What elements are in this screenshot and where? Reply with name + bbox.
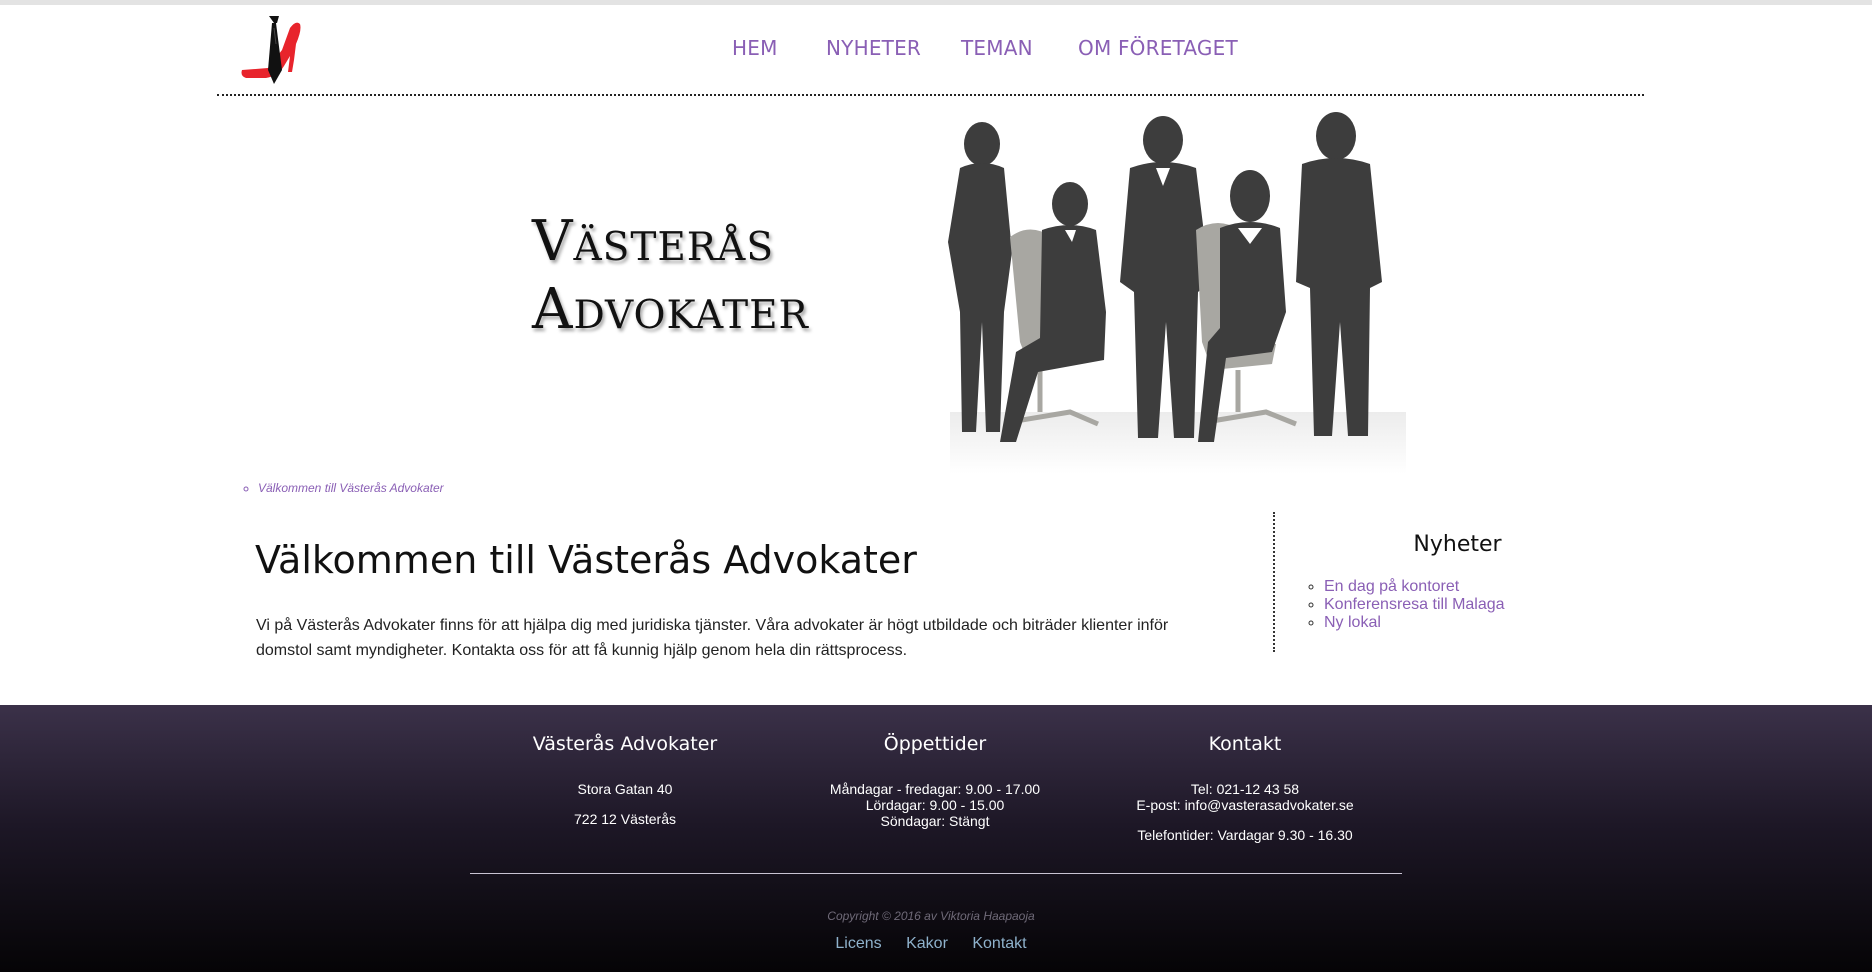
footer: Västerås Advokater Stora Gatan 40 722 12…	[0, 705, 1872, 972]
nav-divider	[217, 94, 1644, 96]
news-link-konferensresa[interactable]: Konferensresa till Malaga	[1324, 596, 1505, 613]
footer-link-kontakt[interactable]: Kontakt	[972, 935, 1026, 952]
news-link-dag-pa-kontoret[interactable]: En dag på kontoret	[1324, 578, 1459, 595]
business-people-silhouettes	[948, 112, 1406, 474]
page-title: Välkommen till Västerås Advokater	[255, 538, 917, 582]
footer-email: E-post: info@vasterasadvokater.se	[1136, 797, 1354, 813]
hero-title: Västerås Advokater	[532, 208, 809, 344]
footer-hours-heading: Öppettider	[883, 733, 987, 755]
nav-item-hem[interactable]: HEM	[732, 36, 778, 60]
nav-item-om-foretaget[interactable]: OM FÖRETAGET	[1078, 36, 1238, 60]
footer-hours-saturday: Lördagar: 9.00 - 15.00	[865, 797, 1005, 813]
nav-item-nyheter[interactable]: NYHETER	[826, 36, 921, 60]
intro-paragraph: Vi på Västerås Advokater finns för att h…	[256, 617, 1169, 659]
hero-title-line-2: Advokater	[532, 277, 809, 342]
footer-hours-weekdays: Måndagar - fredagar: 9.00 - 17.00	[829, 781, 1041, 797]
hero-title-line-1: Västerås	[532, 209, 775, 274]
footer-link-licens[interactable]: Licens	[835, 935, 881, 952]
footer-company: Västerås Advokater Stora Gatan 40 722 12…	[460, 733, 790, 827]
sidebar-divider	[1273, 512, 1275, 652]
footer-hours-sunday: Söndagar: Stängt	[880, 813, 990, 829]
nav-item-teman[interactable]: TEMAN	[961, 36, 1033, 60]
hero-banner: Västerås Advokater	[520, 112, 1406, 474]
news-link-ny-lokal[interactable]: Ny lokal	[1324, 614, 1381, 631]
breadcrumb: Välkommen till Västerås Advokater	[242, 481, 444, 495]
list-item: Ny lokal	[1324, 614, 1505, 632]
footer-company-heading: Västerås Advokater	[532, 733, 718, 755]
sidebar-title: Nyheter	[1413, 532, 1502, 557]
footer-city: 722 12 Västerås	[574, 811, 676, 827]
breadcrumb-item[interactable]: Välkommen till Västerås Advokater	[258, 481, 444, 495]
list-item: Konferensresa till Malaga	[1324, 596, 1505, 614]
footer-link-kakor[interactable]: Kakor	[906, 935, 948, 952]
footer-links: Licens Kakor Kontakt	[0, 935, 1862, 953]
copyright-text: Copyright © 2016 av Viktoria Haapaoja	[827, 909, 1035, 923]
footer-phone-hours: Telefontider: Vardagar 9.30 - 16.30	[1137, 827, 1353, 843]
footer-street: Stora Gatan 40	[577, 781, 673, 797]
footer-divider	[470, 873, 1402, 874]
breadcrumb-item-label[interactable]: Välkommen till Västerås Advokater	[258, 481, 444, 495]
footer-hours: Öppettider Måndagar - fredagar: 9.00 - 1…	[770, 733, 1100, 829]
main-nav: HEM NYHETER TEMAN OM FÖRETAGET	[0, 36, 1872, 66]
list-item: En dag på kontoret	[1324, 578, 1505, 596]
top-border	[0, 0, 1872, 5]
footer-phone: Tel: 021-12 43 58	[1190, 781, 1300, 797]
footer-contact: Kontakt Tel: 021-12 43 58 E-post: info@v…	[1080, 733, 1410, 843]
footer-contact-heading: Kontakt	[1208, 733, 1282, 755]
news-list: En dag på kontoret Konferensresa till Ma…	[1308, 578, 1505, 632]
